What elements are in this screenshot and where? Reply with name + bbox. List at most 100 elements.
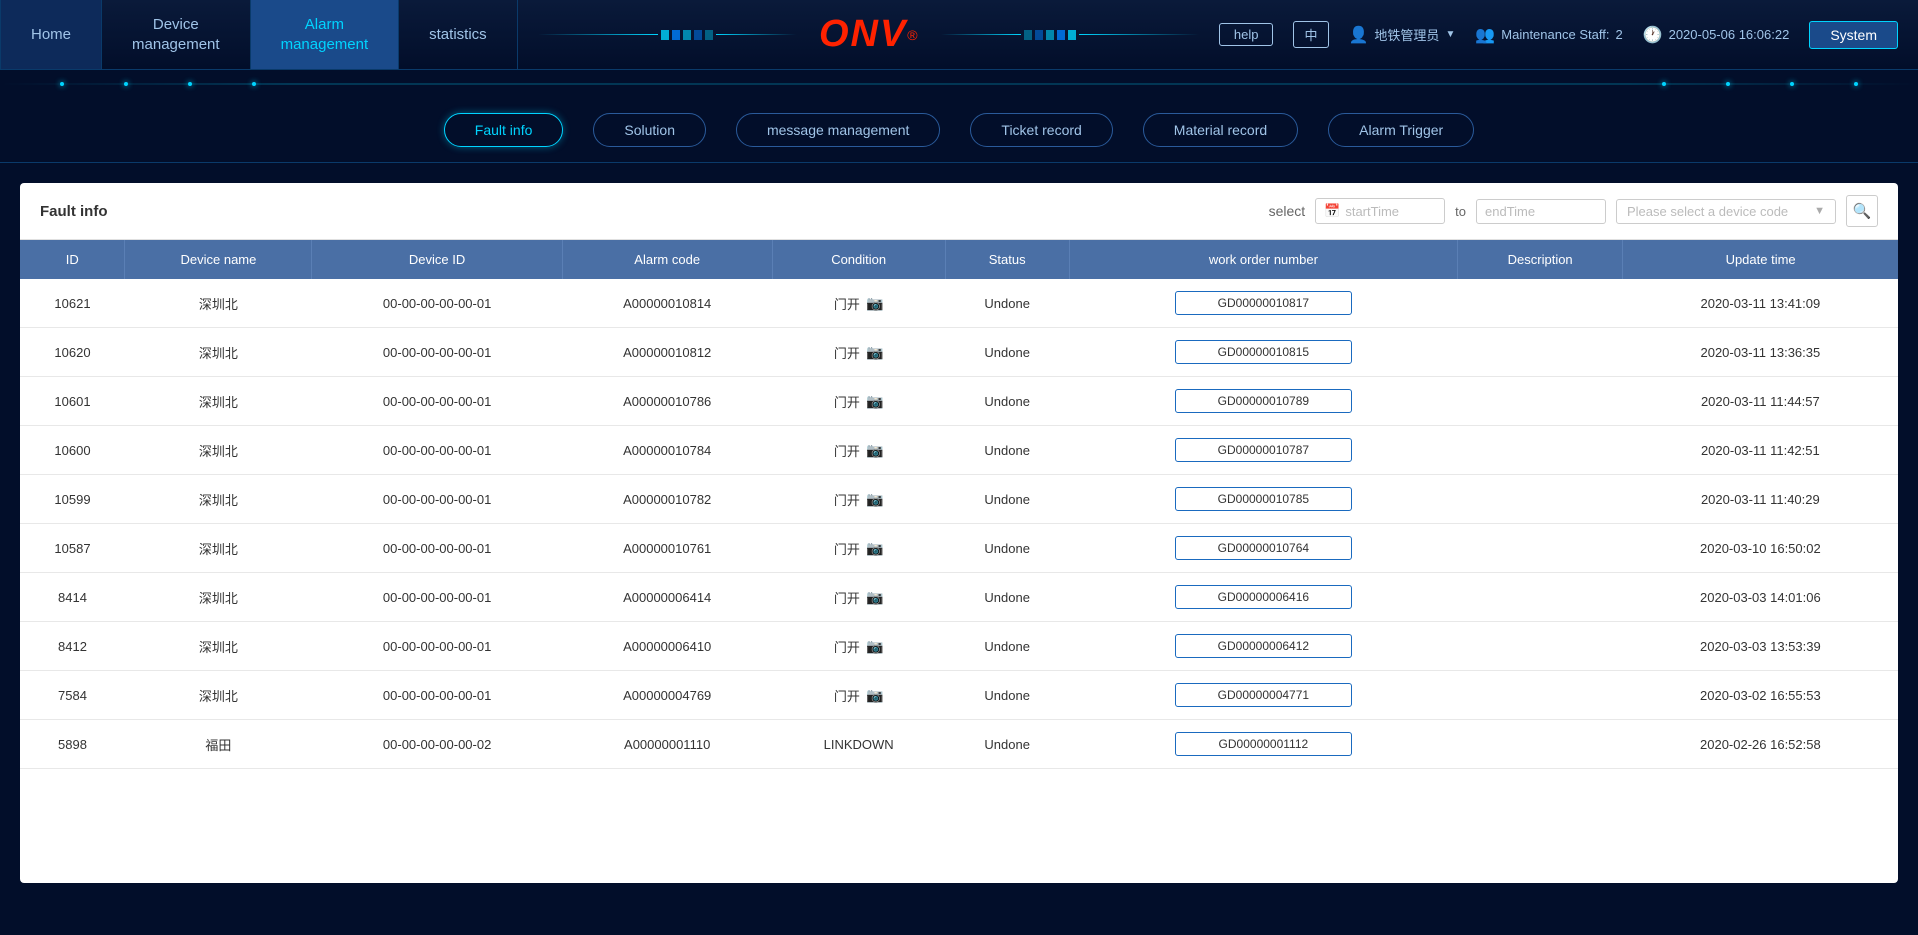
cell-update-time: 2020-03-03 13:53:39 xyxy=(1623,622,1898,671)
cell-description xyxy=(1458,720,1623,769)
condition-text: 门开 xyxy=(834,294,860,313)
condition-text: 门开 xyxy=(834,343,860,362)
end-time-input[interactable]: endTime xyxy=(1476,199,1606,224)
camera-icon[interactable]: 📷 xyxy=(866,540,883,557)
cell-description xyxy=(1458,475,1623,524)
camera-icon[interactable]: 📷 xyxy=(866,442,883,459)
cell-device-id[interactable]: 00-00-00-00-00-02 xyxy=(312,720,562,769)
cell-id: 10601 xyxy=(20,377,125,426)
nav-tab-statistics[interactable]: statistics xyxy=(399,0,518,69)
cell-description xyxy=(1458,622,1623,671)
device-select[interactable]: Please select a device code ▼ xyxy=(1616,199,1836,224)
col-work-order: work order number xyxy=(1069,240,1457,279)
to-label: to xyxy=(1455,204,1466,219)
camera-icon[interactable]: 📷 xyxy=(866,687,883,704)
cell-status: Undone xyxy=(945,279,1069,328)
camera-icon[interactable]: 📷 xyxy=(866,589,883,606)
clock-icon: 🕐 xyxy=(1643,25,1663,45)
work-order-input[interactable] xyxy=(1175,340,1352,364)
top-nav: Home Devicemanagement Alarmmanagement st… xyxy=(0,0,1918,70)
table-row: 10587 深圳北 00-00-00-00-00-01 A00000010761… xyxy=(20,524,1898,573)
work-order-input[interactable] xyxy=(1175,683,1352,707)
table-row: 8414 深圳北 00-00-00-00-00-01 A00000006414 … xyxy=(20,573,1898,622)
work-order-input[interactable] xyxy=(1175,585,1352,609)
table-row: 10599 深圳北 00-00-00-00-00-01 A00000010782… xyxy=(20,475,1898,524)
start-time-placeholder: startTime xyxy=(1345,204,1399,219)
cell-description xyxy=(1458,524,1623,573)
cell-work-order xyxy=(1069,475,1457,524)
cell-status: Undone xyxy=(945,426,1069,475)
data-table: ID Device name Device ID Alarm code Cond… xyxy=(20,240,1898,769)
nav-tab-alarm[interactable]: Alarmmanagement xyxy=(251,0,400,69)
cell-device-id[interactable]: 00-00-00-00-00-01 xyxy=(312,377,562,426)
sub-nav-ticket[interactable]: Ticket record xyxy=(970,113,1112,147)
cell-device-name: 福田 xyxy=(125,720,312,769)
lang-button[interactable]: 中 xyxy=(1293,21,1328,48)
search-button[interactable]: 🔍 xyxy=(1846,195,1878,227)
work-order-input[interactable] xyxy=(1175,634,1352,658)
sub-nav-fault-info[interactable]: Fault info xyxy=(444,113,564,147)
table-body: 10621 深圳北 00-00-00-00-00-01 A00000010814… xyxy=(20,279,1898,769)
cell-update-time: 2020-03-03 14:01:06 xyxy=(1623,573,1898,622)
camera-icon[interactable]: 📷 xyxy=(866,295,883,312)
cell-alarm-code: A00000001110 xyxy=(562,720,772,769)
col-condition: Condition xyxy=(772,240,945,279)
camera-icon[interactable]: 📷 xyxy=(866,491,883,508)
cell-update-time: 2020-03-10 16:50:02 xyxy=(1623,524,1898,573)
condition-text: 门开 xyxy=(834,637,860,656)
sub-nav-message[interactable]: message management xyxy=(736,113,940,147)
cell-device-id[interactable]: 00-00-00-00-00-01 xyxy=(312,671,562,720)
filter-section: select 📅 startTime to endTime Please sel… xyxy=(1269,195,1878,227)
system-button[interactable]: System xyxy=(1809,21,1898,49)
work-order-input[interactable] xyxy=(1175,291,1352,315)
cell-device-id[interactable]: 00-00-00-00-00-01 xyxy=(312,622,562,671)
help-button[interactable]: help xyxy=(1219,23,1274,46)
cell-work-order xyxy=(1069,720,1457,769)
page-title: Fault info xyxy=(40,203,1249,220)
work-order-input[interactable] xyxy=(1175,438,1352,462)
cell-device-id[interactable]: 00-00-00-00-00-01 xyxy=(312,573,562,622)
camera-icon[interactable]: 📷 xyxy=(866,638,883,655)
cell-device-id[interactable]: 00-00-00-00-00-01 xyxy=(312,475,562,524)
nav-tab-home[interactable]: Home xyxy=(0,0,102,69)
cell-status: Undone xyxy=(945,524,1069,573)
cell-status: Undone xyxy=(945,328,1069,377)
cell-id: 10587 xyxy=(20,524,125,573)
work-order-input[interactable] xyxy=(1175,732,1352,756)
condition-text: 门开 xyxy=(834,392,860,411)
sub-nav-material[interactable]: Material record xyxy=(1143,113,1298,147)
condition-text: 门开 xyxy=(834,539,860,558)
work-order-input[interactable] xyxy=(1175,389,1352,413)
cell-device-id[interactable]: 00-00-00-00-00-01 xyxy=(312,524,562,573)
camera-icon[interactable]: 📷 xyxy=(866,344,883,361)
cell-work-order xyxy=(1069,328,1457,377)
start-time-input[interactable]: 📅 startTime xyxy=(1315,198,1445,224)
cell-device-id[interactable]: 00-00-00-00-00-01 xyxy=(312,279,562,328)
calendar-icon: 📅 xyxy=(1324,203,1340,219)
table-row: 10621 深圳北 00-00-00-00-00-01 A00000010814… xyxy=(20,279,1898,328)
nav-tab-device[interactable]: Devicemanagement xyxy=(102,0,251,69)
cell-work-order xyxy=(1069,377,1457,426)
condition-text: 门开 xyxy=(834,490,860,509)
nav-right: help 中 👤 地铁管理员 ▼ 👥 Maintenance Staff: 2 … xyxy=(1219,21,1918,49)
maintenance-label: Maintenance Staff: xyxy=(1501,27,1609,42)
cell-update-time: 2020-03-11 11:44:57 xyxy=(1623,377,1898,426)
sub-nav-solution[interactable]: Solution xyxy=(593,113,706,147)
work-order-input[interactable] xyxy=(1175,487,1352,511)
sub-nav-alarm-trigger[interactable]: Alarm Trigger xyxy=(1328,113,1474,147)
cell-description xyxy=(1458,279,1623,328)
cell-condition: 门开 📷 xyxy=(772,622,945,671)
device-placeholder: Please select a device code xyxy=(1627,204,1809,219)
chevron-down-icon: ▼ xyxy=(1445,29,1455,40)
cell-device-id[interactable]: 00-00-00-00-00-01 xyxy=(312,328,562,377)
camera-icon[interactable]: 📷 xyxy=(866,393,883,410)
cell-device-name: 深圳北 xyxy=(125,328,312,377)
work-order-input[interactable] xyxy=(1175,536,1352,560)
cell-id: 10620 xyxy=(20,328,125,377)
cell-work-order xyxy=(1069,279,1457,328)
logo-text: ONV xyxy=(819,13,907,56)
user-item[interactable]: 👤 地铁管理员 ▼ xyxy=(1349,25,1456,45)
table-row: 10600 深圳北 00-00-00-00-00-01 A00000010784… xyxy=(20,426,1898,475)
cell-device-id[interactable]: 00-00-00-00-00-01 xyxy=(312,426,562,475)
col-description: Description xyxy=(1458,240,1623,279)
